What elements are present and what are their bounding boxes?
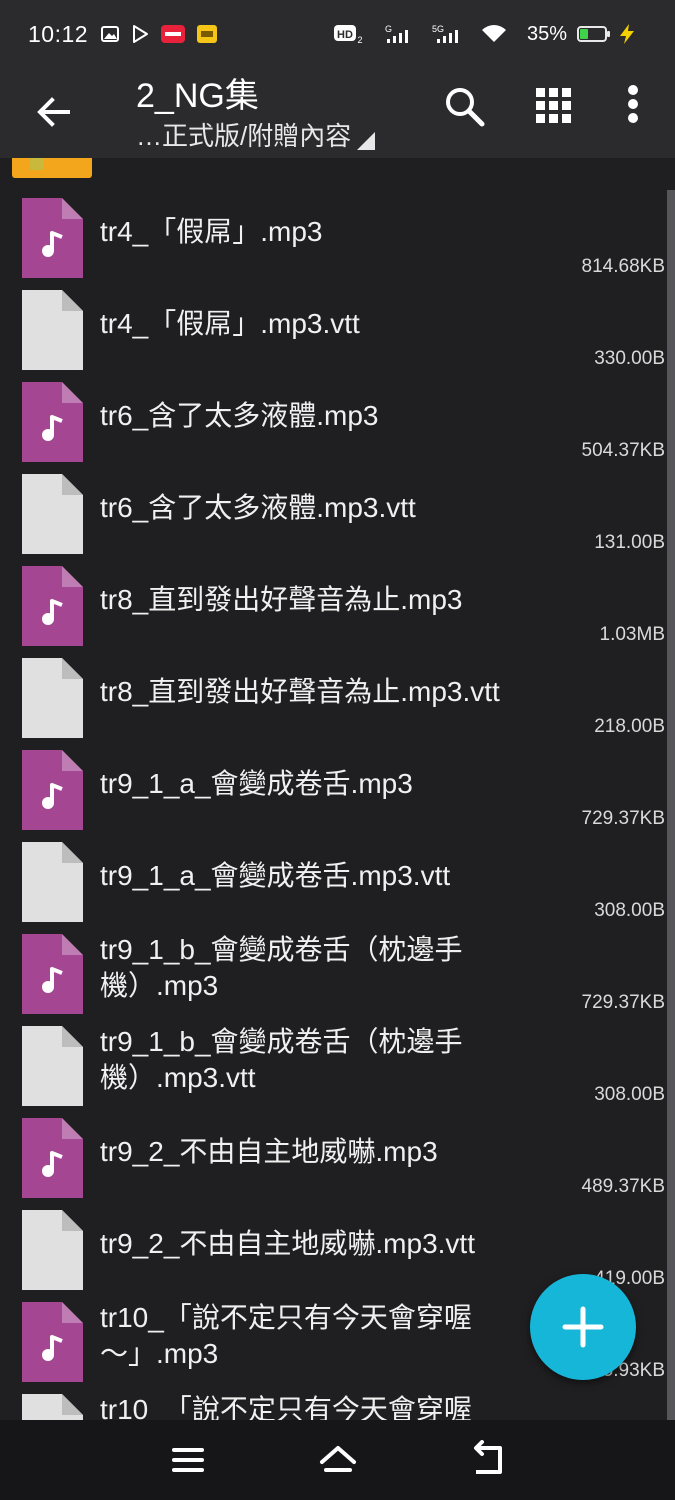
wifi-icon bbox=[481, 24, 507, 44]
folder-icon[interactable] bbox=[12, 158, 92, 178]
path-subtitle: …正式版/附贈內容 bbox=[136, 121, 352, 151]
file-name: tr9_2_不由自主地威嚇.mp3.vtt bbox=[100, 1228, 475, 1259]
add-button[interactable] bbox=[530, 1274, 636, 1380]
search-icon bbox=[446, 88, 485, 127]
text-file-icon bbox=[22, 290, 83, 370]
file-size: 330.00B bbox=[594, 348, 665, 369]
svg-text:HD: HD bbox=[337, 29, 353, 41]
file-name: tr9_1_a_會變成卷舌.mp3.vtt bbox=[100, 860, 451, 891]
file-size: 131.00B bbox=[594, 532, 665, 553]
file-size: 729.37KB bbox=[581, 992, 665, 1013]
file-name: tr6_含了太多液體.mp3 bbox=[100, 400, 379, 431]
dropdown-triangle-icon bbox=[357, 131, 376, 150]
audio-file-icon bbox=[22, 1118, 83, 1198]
file-row[interactable]: tr9_1_a_會變成卷舌.mp3 729.37KB bbox=[0, 742, 667, 834]
signal-g-icon: G bbox=[383, 23, 411, 45]
audio-file-icon bbox=[22, 566, 83, 646]
file-row[interactable]: tr4_「假屌」.mp3.vtt 330.00B bbox=[0, 282, 667, 374]
file-name: tr4_「假屌」.mp3.vtt bbox=[100, 308, 360, 339]
grid-view-icon bbox=[536, 88, 571, 123]
back-button[interactable] bbox=[30, 88, 78, 136]
home-button[interactable] bbox=[316, 1440, 360, 1480]
audio-file-icon bbox=[22, 1302, 83, 1382]
file-name: tr8_直到發出好聲音為止.mp3 bbox=[100, 584, 463, 615]
app-red-notification-icon bbox=[160, 24, 186, 44]
status-bar: 10:12 HD 2 G 5G 35% bbox=[0, 0, 675, 68]
file-size: 308.00B bbox=[594, 900, 665, 921]
text-file-icon bbox=[22, 1026, 83, 1106]
text-file-icon bbox=[22, 474, 83, 554]
file-name: tr9_2_不由自主地威嚇.mp3 bbox=[100, 1136, 438, 1167]
play-store-notification-icon bbox=[130, 24, 150, 44]
file-size: 504.37KB bbox=[581, 440, 665, 461]
charging-icon bbox=[617, 23, 637, 45]
status-time: 10:12 bbox=[28, 20, 89, 47]
text-file-icon bbox=[22, 658, 83, 738]
gallery-notification-icon bbox=[100, 24, 120, 44]
hd-voice-icon: HD 2 bbox=[333, 23, 363, 45]
text-file-icon bbox=[22, 1394, 83, 1420]
more-options-button[interactable] bbox=[620, 82, 646, 130]
svg-text:G: G bbox=[385, 24, 392, 34]
file-row[interactable]: tr9_2_不由自主地威嚇.mp3 489.37KB bbox=[0, 1110, 667, 1202]
file-name: tr4_「假屌」.mp3 bbox=[100, 216, 323, 247]
text-file-icon bbox=[22, 1210, 83, 1290]
audio-file-icon bbox=[22, 382, 83, 462]
home-icon bbox=[320, 1446, 356, 1472]
battery-icon bbox=[577, 26, 610, 42]
svg-text:2: 2 bbox=[357, 35, 362, 45]
app-yellow-notification-icon bbox=[196, 24, 218, 44]
more-vert-icon bbox=[628, 85, 638, 123]
file-row[interactable]: tr9_1_b_會變成卷舌（枕邊手機）.mp3 729.37KB bbox=[0, 926, 667, 1018]
file-name: tr9_1_b_會變成卷舌（枕邊手機）.mp3 bbox=[100, 934, 463, 1001]
path-dropdown[interactable]: …正式版/附贈內容 bbox=[136, 116, 376, 153]
back-nav-button[interactable] bbox=[466, 1440, 510, 1480]
file-name: tr10_「說不定只有今天會穿喔～」.mp3 bbox=[100, 1302, 472, 1369]
file-list[interactable]: tr4_「假屌」.mp3 814.68KB tr4_「假屌」.mp3.vtt 330.… bbox=[0, 190, 667, 1420]
file-name: tr9_1_b_會變成卷舌（枕邊手機）.mp3.vtt bbox=[100, 1026, 463, 1093]
file-row[interactable]: tr4_「假屌」.mp3 814.68KB bbox=[0, 190, 667, 282]
file-size: 489.37KB bbox=[581, 1176, 665, 1197]
file-name: tr9_1_a_會變成卷舌.mp3 bbox=[100, 768, 413, 799]
file-row[interactable]: tr6_含了太多液體.mp3.vtt 131.00B bbox=[0, 466, 667, 558]
recent-apps-button[interactable] bbox=[166, 1440, 210, 1480]
file-name: tr10_「說不定只有今天會穿喔～」.mp3.vtt bbox=[100, 1394, 472, 1420]
file-row[interactable]: tr8_直到發出好聲音為止.mp3 1.03MB bbox=[0, 558, 667, 650]
battery-fill bbox=[580, 29, 588, 39]
audio-file-icon bbox=[22, 934, 83, 1014]
file-row[interactable]: tr9_1_b_會變成卷舌（枕邊手機）.mp3.vtt 308.00B bbox=[0, 1018, 667, 1110]
scrollbar[interactable] bbox=[667, 190, 675, 1420]
audio-file-icon bbox=[22, 750, 83, 830]
file-name: tr8_直到發出好聲音為止.mp3.vtt bbox=[100, 676, 500, 707]
text-file-icon bbox=[22, 842, 83, 922]
grid-view-button[interactable] bbox=[534, 86, 574, 126]
file-size: 814.68KB bbox=[581, 256, 665, 277]
battery-percent: 35% bbox=[526, 22, 567, 45]
signal-5g-icon: 5G bbox=[431, 23, 461, 45]
page-title: 2_NG集 bbox=[136, 77, 259, 115]
file-row[interactable]: tr6_含了太多液體.mp3 504.37KB bbox=[0, 374, 667, 466]
search-button[interactable] bbox=[442, 84, 488, 130]
back-icon bbox=[474, 1440, 502, 1474]
file-size: 308.00B bbox=[594, 1084, 665, 1105]
file-size: 729.37KB bbox=[581, 808, 665, 829]
file-row[interactable]: tr8_直到發出好聲音為止.mp3.vtt 218.00B bbox=[0, 650, 667, 742]
menu-icon bbox=[172, 1448, 204, 1472]
add-icon bbox=[562, 1306, 604, 1348]
svg-text:5G: 5G bbox=[432, 24, 444, 34]
file-row[interactable]: tr10_「說不定只有今天會穿喔～」.mp3.vtt219.00B bbox=[0, 1386, 667, 1420]
file-size: 218.00B bbox=[594, 716, 665, 737]
file-name: tr6_含了太多液體.mp3.vtt bbox=[100, 492, 416, 523]
app-bar: 2_NG集 …正式版/附贈內容 bbox=[0, 68, 675, 158]
arrow-back-icon bbox=[37, 97, 70, 127]
navigation-bar bbox=[0, 1420, 675, 1500]
file-row[interactable]: tr9_1_a_會變成卷舌.mp3.vtt 308.00B bbox=[0, 834, 667, 926]
file-size: 1.03MB bbox=[599, 624, 665, 645]
audio-file-icon bbox=[22, 198, 83, 278]
